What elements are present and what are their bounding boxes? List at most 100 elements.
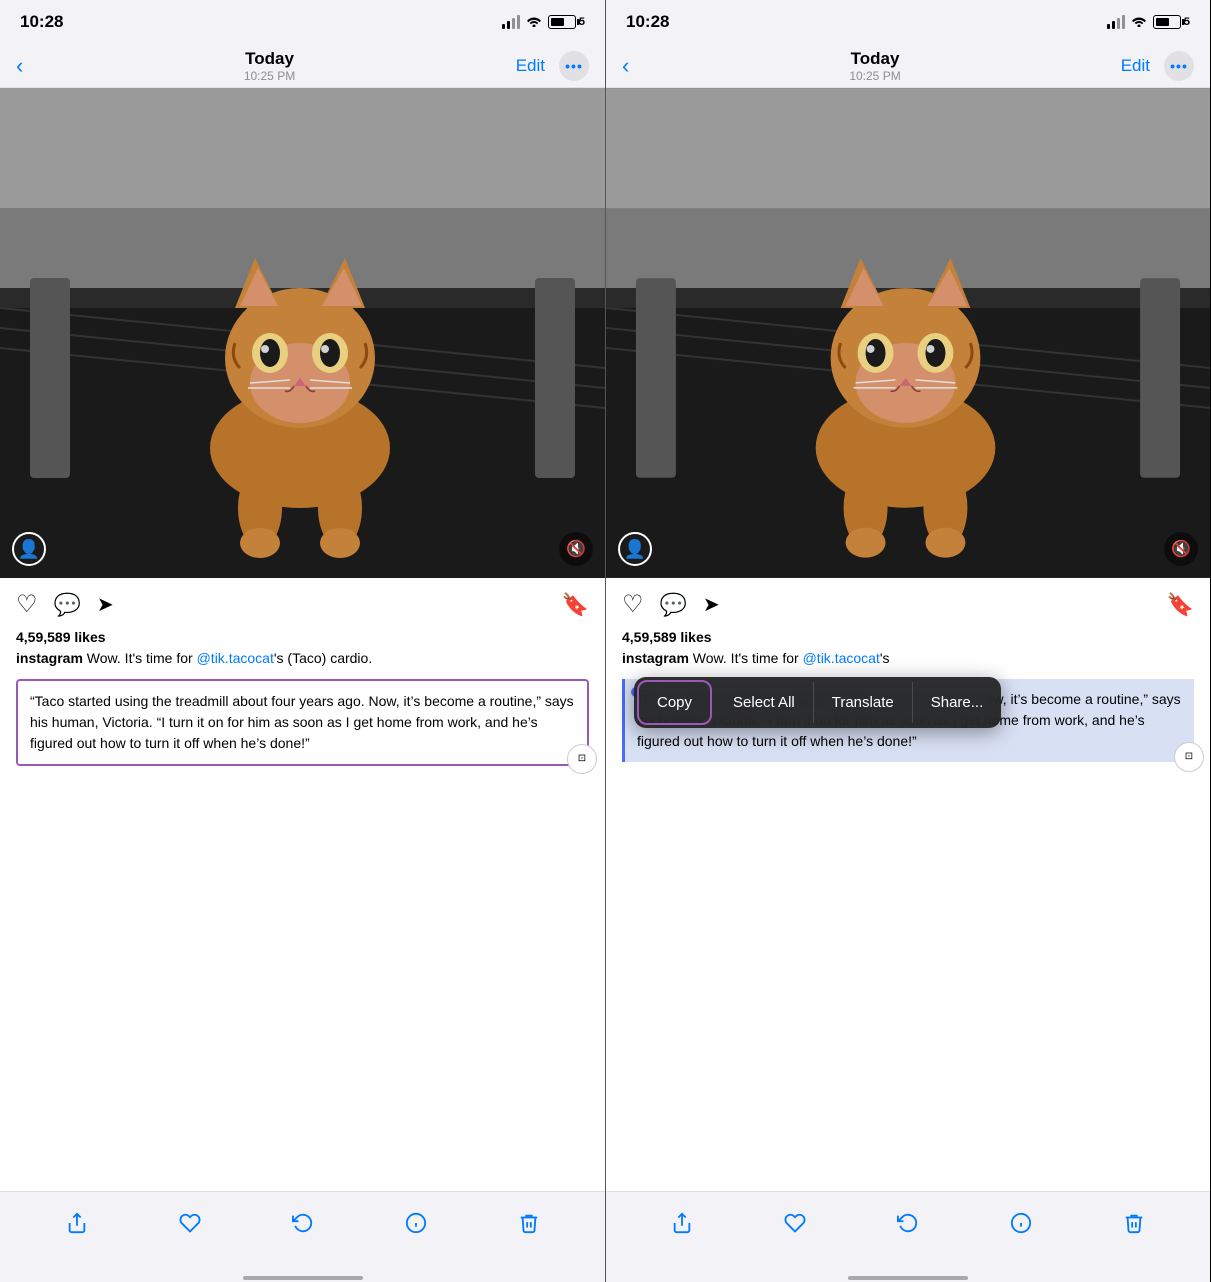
left-action-left: ♡ 💬 ➤ xyxy=(16,590,114,619)
left-toolbar-trash[interactable] xyxy=(518,1212,540,1234)
left-action-bar: ♡ 💬 ➤ 🔖 xyxy=(16,590,589,619)
right-bookmark-icon[interactable]: 🔖 xyxy=(1167,592,1194,618)
right-heart-icon[interactable]: ♡ xyxy=(622,590,644,619)
left-nav-left: ‹ xyxy=(16,55,23,77)
context-menu-share[interactable]: Share... xyxy=(913,682,1002,723)
left-more-button[interactable]: ••• xyxy=(559,51,589,81)
right-action-left: ♡ 💬 ➤ xyxy=(622,590,720,619)
left-caption-text: Wow. It's time for xyxy=(83,650,197,666)
right-caption-end: 's xyxy=(880,650,890,666)
context-menu-translate[interactable]: Translate xyxy=(814,682,913,723)
context-menu-copy[interactable]: Copy xyxy=(637,680,712,725)
right-more-icon: ••• xyxy=(1170,58,1188,74)
right-live-text-button[interactable]: ⊡ xyxy=(1174,742,1204,772)
context-menu-select-all[interactable]: Select All xyxy=(715,682,814,723)
right-caption-username: instagram xyxy=(622,650,689,666)
right-nav-title: Today xyxy=(629,49,1120,69)
context-menu[interactable]: Copy Select All Translate Share... xyxy=(634,677,1001,728)
left-toolbar-rewind[interactable] xyxy=(292,1212,314,1234)
left-live-text-icon: ⊡ xyxy=(578,751,586,766)
left-nav-right: Edit ••• xyxy=(516,51,589,81)
right-phone-panel: 10:28 5 ‹ Today 10:25 PM Edit ••• xyxy=(605,0,1210,1282)
right-home-bar xyxy=(848,1276,968,1280)
right-nav-title-group: Today 10:25 PM xyxy=(629,49,1120,83)
left-status-time: 10:28 xyxy=(20,12,63,32)
left-video-area: 👤 🔇 xyxy=(0,88,605,578)
right-status-time: 10:28 xyxy=(626,12,669,32)
left-caption-username: instagram xyxy=(16,650,83,666)
left-comment-icon[interactable]: 💬 xyxy=(54,592,81,618)
left-quote-content: “Taco started using the treadmill about … xyxy=(30,693,574,751)
right-caption: instagram Wow. It's time for @tik.tacoca… xyxy=(622,649,1194,669)
right-toolbar-heart[interactable] xyxy=(784,1212,806,1234)
right-caption-mention[interactable]: @tik.tacocat xyxy=(803,650,880,666)
left-battery-icon: 5 xyxy=(548,15,585,29)
right-context-wrapper: Copy Select All Translate Share... “Taco… xyxy=(622,679,1194,762)
left-mute-icon: 🔇 xyxy=(566,539,586,559)
left-nav-bar: ‹ Today 10:25 PM Edit ••• xyxy=(0,44,605,88)
left-toolbar-heart[interactable] xyxy=(179,1212,201,1234)
left-quoted-text[interactable]: “Taco started using the treadmill about … xyxy=(16,679,589,766)
right-caption-text: Wow. It's time for xyxy=(689,650,803,666)
left-home-bar xyxy=(243,1276,363,1280)
left-edit-button[interactable]: Edit xyxy=(516,56,545,76)
right-nav-subtitle: 10:25 PM xyxy=(629,69,1120,83)
right-comment-icon[interactable]: 💬 xyxy=(660,592,687,618)
left-toolbar-info[interactable] xyxy=(405,1212,427,1234)
right-likes-count: 4,59,589 likes xyxy=(622,629,1194,645)
right-nav-bar: ‹ Today 10:25 PM Edit ••• xyxy=(606,44,1210,88)
left-nav-title: Today xyxy=(23,49,515,69)
left-share-icon[interactable]: ➤ xyxy=(97,592,114,617)
left-status-bar: 10:28 5 xyxy=(0,0,605,44)
right-status-icons: 5 xyxy=(1107,15,1190,30)
right-toolbar-trash[interactable] xyxy=(1123,1212,1145,1234)
left-toolbar-share[interactable] xyxy=(66,1212,88,1234)
left-likes-count: 4,59,589 likes xyxy=(16,629,589,645)
right-nav-left: ‹ xyxy=(622,55,629,77)
right-share-icon[interactable]: ➤ xyxy=(703,592,720,617)
left-user-avatar[interactable]: 👤 xyxy=(12,532,46,566)
left-post-content: ♡ 💬 ➤ 🔖 4,59,589 likes instagram Wow. It… xyxy=(0,578,605,1191)
left-live-text-button[interactable]: ⊡ xyxy=(567,744,597,774)
left-mute-button[interactable]: 🔇 xyxy=(559,532,593,566)
right-toolbar-rewind[interactable] xyxy=(897,1212,919,1234)
right-user-avatar[interactable]: 👤 xyxy=(618,532,652,566)
right-wifi-icon xyxy=(1131,15,1147,30)
left-bottom-toolbar xyxy=(0,1191,605,1274)
right-more-button[interactable]: ••• xyxy=(1164,51,1194,81)
right-home-indicator xyxy=(606,1274,1210,1282)
right-avatar-icon: 👤 xyxy=(624,539,646,560)
left-caption-mention[interactable]: @tik.tacocat xyxy=(197,650,274,666)
left-signal-icon xyxy=(502,15,520,29)
right-battery-icon: 5 xyxy=(1153,15,1190,29)
left-caption-end: 's (Taco) cardio. xyxy=(274,650,372,666)
left-avatar-icon: 👤 xyxy=(18,539,40,560)
left-video-overlay: 👤 🔇 xyxy=(12,532,593,566)
right-video-overlay: 👤 🔇 xyxy=(618,532,1198,566)
right-live-text-icon: ⊡ xyxy=(1185,749,1193,764)
left-wifi-icon xyxy=(526,15,542,30)
right-mute-button[interactable]: 🔇 xyxy=(1164,532,1198,566)
right-nav-right: Edit ••• xyxy=(1121,51,1194,81)
left-nav-subtitle: 10:25 PM xyxy=(23,69,515,83)
right-back-icon[interactable]: ‹ xyxy=(622,55,629,77)
right-mute-icon: 🔇 xyxy=(1171,539,1191,559)
left-phone-panel: 10:28 5 ‹ Today 10:25 PM Edit ••• xyxy=(0,0,605,1282)
right-video-area: 👤 🔇 xyxy=(606,88,1210,578)
left-home-indicator xyxy=(0,1274,605,1282)
right-toolbar-info[interactable] xyxy=(1010,1212,1032,1234)
right-action-bar: ♡ 💬 ➤ 🔖 xyxy=(622,590,1194,619)
right-bottom-toolbar xyxy=(606,1191,1210,1274)
left-heart-icon[interactable]: ♡ xyxy=(16,590,38,619)
right-post-content: ♡ 💬 ➤ 🔖 4,59,589 likes instagram Wow. It… xyxy=(606,578,1210,1191)
right-edit-button[interactable]: Edit xyxy=(1121,56,1150,76)
left-bookmark-icon[interactable]: 🔖 xyxy=(562,592,589,618)
left-caption: instagram Wow. It's time for @tik.tacoca… xyxy=(16,649,589,669)
right-toolbar-share[interactable] xyxy=(671,1212,693,1234)
left-more-icon: ••• xyxy=(565,58,583,74)
left-status-icons: 5 xyxy=(502,15,585,30)
left-back-icon[interactable]: ‹ xyxy=(16,55,23,77)
right-signal-icon xyxy=(1107,15,1125,29)
left-nav-title-group: Today 10:25 PM xyxy=(23,49,515,83)
right-status-bar: 10:28 5 xyxy=(606,0,1210,44)
